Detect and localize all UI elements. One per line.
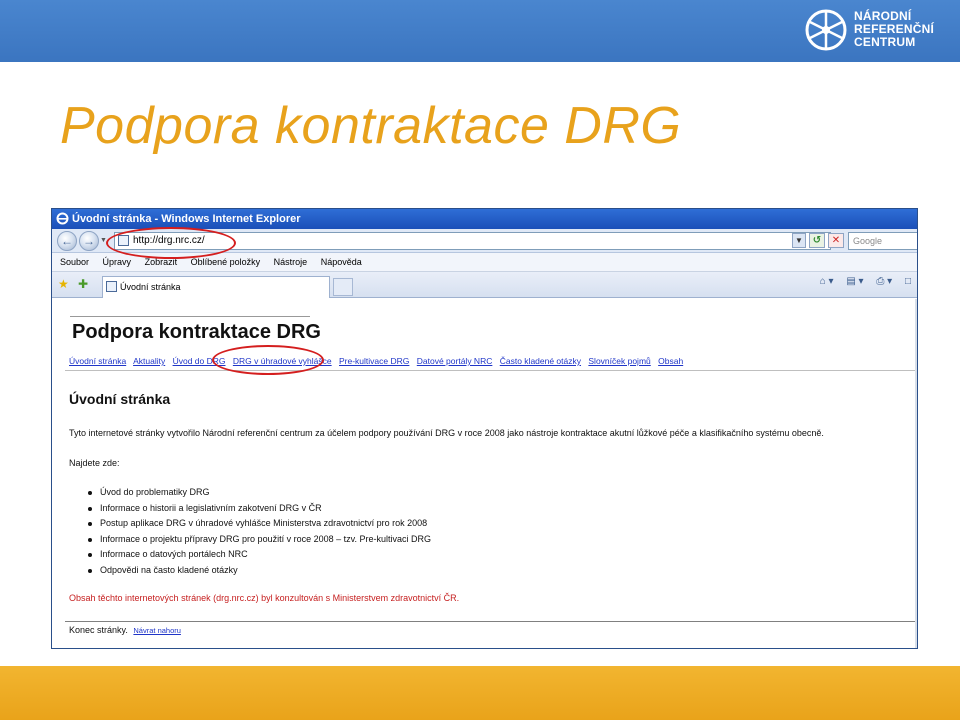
topics-list: Úvod do problematiky DRG Informace o his… <box>88 485 431 578</box>
footer-text: Konec stránky. <box>69 625 128 635</box>
site-nav: Úvodní stránka Aktuality Úvod do DRG DRG… <box>69 356 688 366</box>
feeds-icon[interactable]: ▤ ▾ <box>846 276 863 287</box>
page-content: Podpora kontraktace DRG Úvodní stránka A… <box>52 299 917 648</box>
list-item: Odpovědi na často kladené otázky <box>88 563 431 579</box>
page-menu-icon[interactable]: □ <box>905 276 911 287</box>
scrollbar[interactable] <box>915 299 917 648</box>
page-footer: Konec stránky. Návrat nahoru <box>69 625 181 635</box>
nav-link-caste-otazky[interactable]: Často kladené otázky <box>500 356 581 366</box>
nav-link-aktuality[interactable]: Aktuality <box>133 356 165 366</box>
stop-icon[interactable]: ✕ <box>828 233 844 248</box>
browser-titlebar: Úvodní stránka - Windows Internet Explor… <box>52 209 917 229</box>
menu-upravy[interactable]: Úpravy <box>103 257 132 267</box>
refresh-icon[interactable]: ↺ <box>809 233 825 248</box>
forward-icon[interactable]: → <box>79 231 99 251</box>
menu-nastroje[interactable]: Nástroje <box>274 257 308 267</box>
favorites-star-icon[interactable]: ★ <box>58 277 69 291</box>
nav-link-obsah[interactable]: Obsah <box>658 356 683 366</box>
menu-napoveda[interactable]: Nápověda <box>321 257 362 267</box>
nav-link-pre-kultivace[interactable]: Pre-kultivace DRG <box>339 356 409 366</box>
list-item: Informace o historii a legislativním zak… <box>88 501 431 517</box>
intro-paragraph: Tyto internetové stránky vytvořilo Národ… <box>69 428 824 438</box>
menu-soubor[interactable]: Soubor <box>60 257 89 267</box>
address-dropdown-icon[interactable]: ▼ <box>792 233 806 248</box>
nav-link-uvodni-stranka[interactable]: Úvodní stránka <box>69 356 126 366</box>
list-item: Úvod do problematiky DRG <box>88 485 431 501</box>
title-rule <box>70 316 310 317</box>
search-input[interactable]: Google <box>848 232 917 250</box>
consultation-note: Obsah těchto internetových stránek (drg.… <box>69 593 460 603</box>
home-icon[interactable]: ⌂ ▾ <box>820 276 834 287</box>
list-item: Informace o projektu přípravy DRG pro po… <box>88 532 431 548</box>
page-heading: Úvodní stránka <box>69 391 171 407</box>
nav-divider <box>65 370 917 371</box>
new-tab-button[interactable] <box>333 278 353 296</box>
footer-divider <box>65 621 917 622</box>
add-favorite-icon[interactable]: ✚ <box>78 277 88 291</box>
find-here-label: Najdete zde: <box>69 458 120 468</box>
page-icon <box>106 281 117 292</box>
tab-uvodni-stranka[interactable]: Úvodní stránka <box>102 276 330 298</box>
nav-highlight-ellipse <box>212 345 324 375</box>
globe-logo-icon <box>805 9 847 51</box>
nav-link-slovnicek[interactable]: Slovníček pojmů <box>588 356 650 366</box>
print-icon[interactable]: ⎙ ▾ <box>876 276 892 287</box>
menu-oblibene[interactable]: Oblíbené položky <box>191 257 261 267</box>
window-title: Úvodní stránka - Windows Internet Explor… <box>72 213 301 225</box>
slide-footer-bar <box>0 666 960 720</box>
nrc-logo: NÁRODNÍ REFERENČNÍ CENTRUM <box>804 6 934 56</box>
tab-label: Úvodní stránka <box>120 282 181 292</box>
browser-window: Úvodní stránka - Windows Internet Explor… <box>51 208 918 649</box>
back-to-top-link[interactable]: Návrat nahoru <box>133 626 181 635</box>
back-icon[interactable]: ← <box>57 231 77 251</box>
logo-text: NÁRODNÍ REFERENČNÍ CENTRUM <box>854 9 935 49</box>
internet-explorer-icon <box>56 212 69 225</box>
command-bar: ⌂ ▾ ▤ ▾ ⎙ ▾ □ <box>810 276 911 287</box>
tab-row: ★ ✚ Úvodní stránka ⌂ ▾ ▤ ▾ ⎙ ▾ □ <box>52 272 917 298</box>
nav-link-datove-portaly[interactable]: Datové portály NRC <box>417 356 493 366</box>
list-item: Postup aplikace DRG v úhradové vyhlášce … <box>88 516 431 532</box>
list-item: Informace o datových portálech NRC <box>88 547 431 563</box>
site-title: Podpora kontraktace DRG <box>72 321 321 343</box>
slide-header-bar: NÁRODNÍ REFERENČNÍ CENTRUM <box>0 0 960 62</box>
slide-title: Podpora kontraktace DRG <box>60 97 682 155</box>
address-highlight-ellipse <box>106 227 236 259</box>
